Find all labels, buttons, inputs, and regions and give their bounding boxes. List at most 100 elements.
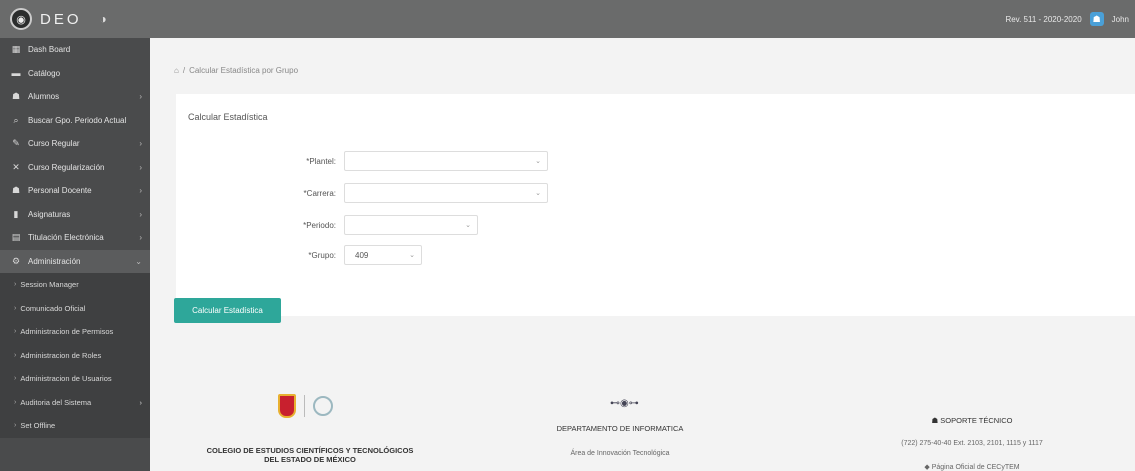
sidebar-subitem[interactable]: › Set Offline	[0, 414, 150, 438]
chevron-down-icon: ⌄	[535, 190, 541, 197]
support-icon: ☗	[931, 416, 939, 425]
sidebar-subitem-label: Administracion de Usuarios	[20, 374, 112, 384]
sidebar-subitem[interactable]: › Administracion de Permisos	[0, 320, 150, 344]
close-icon: ✕	[12, 161, 20, 172]
search-icon: ⌕	[13, 114, 19, 125]
sidebar-subitem-label: Set Offline	[20, 421, 56, 431]
chevron-right-icon: ›	[139, 397, 143, 407]
bullet-icon: ›	[14, 281, 17, 289]
footer: COLEGIO DE ESTUDIOS CIENTÍFICOS Y TECNOL…	[150, 378, 1135, 471]
institution-line-2: DEL ESTADO DE MÉXICO	[264, 455, 356, 464]
plantel-select[interactable]: ⌄	[344, 151, 548, 171]
sidebar-item[interactable]: ✕ Curso Regularización ›	[0, 156, 150, 180]
grid-icon: ▦	[11, 44, 21, 55]
sidebar-subitem-label: Session Manager	[20, 280, 79, 290]
sidebar: ▦ Dash Board ▬ Catálogo ☗ Alumnos › ⌕ Buscar Gpo…	[0, 38, 150, 471]
sidebar-subitem-label: Auditoria del Sistema	[20, 397, 92, 407]
sidebar-item-label: Catálogo	[28, 68, 61, 78]
bullet-icon: ›	[14, 375, 17, 383]
sidebar-item-label: Curso Regular	[28, 139, 80, 149]
chevron-down-icon: ⌄	[135, 256, 142, 266]
state-shield-logo	[278, 394, 296, 418]
department-name: DEPARTAMENTO DE INFORMATICA	[556, 424, 684, 433]
department-block: DEPARTAMENTO DE INFORMATICA Área de Inno…	[510, 424, 730, 457]
chevron-right-icon: ›	[139, 233, 142, 243]
sidebar-item-label: Dash Board	[28, 45, 71, 55]
chevron-right-icon: ›	[139, 139, 142, 149]
sidebar-item[interactable]: ▤ Titulación Electrónica ›	[0, 226, 150, 250]
bullet-icon: ›	[14, 398, 17, 406]
plantel-label: *Plantel:	[306, 156, 336, 166]
periodo-label: *Periodo:	[303, 220, 336, 230]
official-page-link[interactable]: ◆ Página Oficial de CECyTEM	[872, 463, 1072, 471]
sidebar-toggle-icon[interactable]: ◑	[100, 12, 107, 26]
sidebar-item[interactable]: ✎ Curso Regular ›	[0, 132, 150, 156]
periodo-row: *Periodo: ⌄	[176, 215, 478, 235]
app-logo-icon: ◉	[10, 8, 32, 30]
grupo-label: *Grupo:	[308, 250, 336, 260]
carrera-row: *Carrera: ⌄	[176, 183, 548, 203]
chevron-right-icon: ›	[139, 186, 142, 196]
official-page-text[interactable]: Página Oficial de CECyTEM	[932, 464, 1020, 471]
sidebar-item[interactable]: ▦ Dash Board	[0, 38, 150, 62]
folder-icon: ▬	[11, 68, 21, 79]
carrera-label: *Carrera:	[303, 188, 336, 198]
institution-line-1: COLEGIO DE ESTUDIOS CIENTÍFICOS Y TECNOL…	[206, 446, 414, 455]
pin-icon: ◆	[924, 464, 930, 471]
department-area: Área de Innovación Tecnológica	[570, 450, 670, 457]
sidebar-item[interactable]: ☗ Alumnos ›	[0, 85, 150, 109]
chevron-right-icon: ›	[139, 162, 142, 172]
sidebar-item-label: Administración	[28, 256, 81, 266]
breadcrumb-separator: /	[182, 66, 186, 75]
home-icon[interactable]: ⌂	[174, 66, 179, 75]
carrera-select[interactable]: ⌄	[344, 183, 548, 203]
cecytem-seal-logo	[313, 396, 333, 416]
bullet-icon: ›	[14, 304, 17, 312]
top-bar: ◉ DEO ◑ Rev. 511 - 2020-2020 ☗ John	[0, 0, 1135, 38]
grupo-value: 409	[355, 250, 369, 260]
sidebar-item[interactable]: ⌕ Buscar Gpo. Periodo Actual	[0, 109, 150, 133]
sidebar-item-label: Curso Regularización	[28, 162, 105, 172]
sidebar-subitem[interactable]: › Administracion de Roles	[0, 343, 150, 367]
sidebar-item[interactable]: ▮ Asignaturas ›	[0, 203, 150, 227]
breadcrumb: ⌂ / Calcular Estadística por Grupo	[174, 66, 298, 75]
edit-icon: ✎	[12, 138, 20, 149]
sidebar-item-label: Personal Docente	[28, 186, 92, 196]
sidebar-subitem[interactable]: › Session Manager	[0, 273, 150, 297]
sidebar-item[interactable]: ☗ Personal Docente ›	[0, 179, 150, 203]
sidebar-item-label: Alumnos	[28, 92, 60, 102]
footer-logos	[278, 394, 333, 418]
sidebar-subitem-label: Comunicado Oficial	[20, 303, 86, 313]
periodo-select[interactable]: ⌄	[344, 215, 478, 235]
bullet-icon: ›	[14, 328, 17, 336]
document-icon: ▤	[11, 232, 21, 243]
chevron-right-icon: ›	[139, 92, 142, 102]
sidebar-subitem-label: Administracion de Permisos	[20, 327, 114, 337]
sidebar-item[interactable]: ▬ Catálogo	[0, 62, 150, 86]
support-phone: (722) 275-40-40 Ext. 2103, 2101, 1115 y …	[901, 440, 1043, 447]
user-icon[interactable]: ☗	[1089, 12, 1104, 26]
chevron-right-icon: ›	[139, 209, 142, 219]
main-content: ⌂ / Calcular Estadística por Grupo Calcu…	[150, 38, 1135, 471]
support-title: ☗ SOPORTE TÉCNICO	[872, 416, 1072, 425]
person-icon: ☗	[11, 185, 21, 196]
sidebar-item[interactable]: ⚙ Administración ⌄	[0, 249, 150, 273]
sidebar-subitem[interactable]: › Administracion de Usuarios	[0, 367, 150, 391]
sidebar-item-label: Buscar Gpo. Periodo Actual	[28, 115, 127, 125]
grupo-select[interactable]: 409 ⌄	[344, 245, 422, 265]
plantel-row: *Plantel: ⌄	[176, 151, 548, 171]
book-icon: ▮	[13, 208, 19, 219]
support-title-text: SOPORTE TÉCNICO	[940, 416, 1013, 425]
app-name: DEO	[40, 10, 82, 28]
calculate-button[interactable]: Calcular Estadística	[174, 298, 281, 323]
sidebar-subitem-label: Administracion de Roles	[20, 350, 102, 360]
chevron-down-icon: ⌄	[465, 222, 471, 229]
topbar-right: Rev. 511 - 2020-2020 ☗ John	[1005, 12, 1135, 26]
grupo-row: *Grupo: 409 ⌄	[176, 245, 422, 265]
bullet-icon: ›	[14, 422, 17, 430]
settings-icon: ⚙	[11, 255, 21, 266]
sidebar-subitem[interactable]: › Comunicado Oficial	[0, 296, 150, 320]
brand[interactable]: ◉ DEO ◑	[0, 0, 160, 38]
sidebar-subitem[interactable]: › Auditoria del Sistema ›	[0, 390, 150, 414]
user-name[interactable]: John	[1112, 15, 1129, 24]
